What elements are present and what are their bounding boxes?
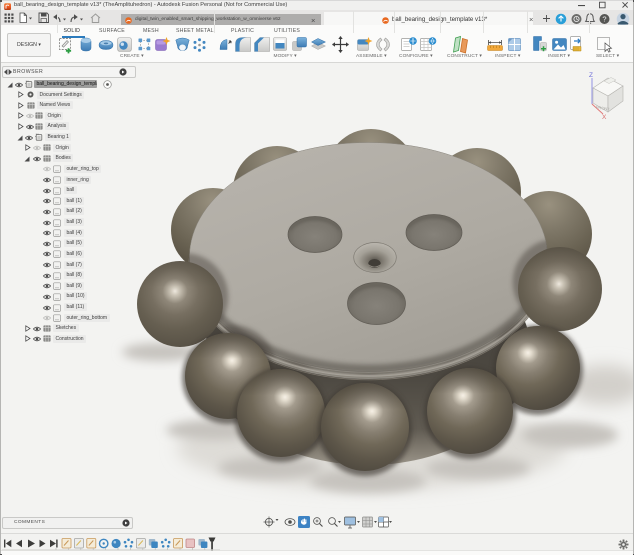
svg-text:?: ? [602, 15, 606, 24]
svg-text:X: X [602, 114, 607, 121]
svg-text:Z: Z [589, 72, 593, 79]
svg-text:FRONT: FRONT [596, 105, 610, 112]
